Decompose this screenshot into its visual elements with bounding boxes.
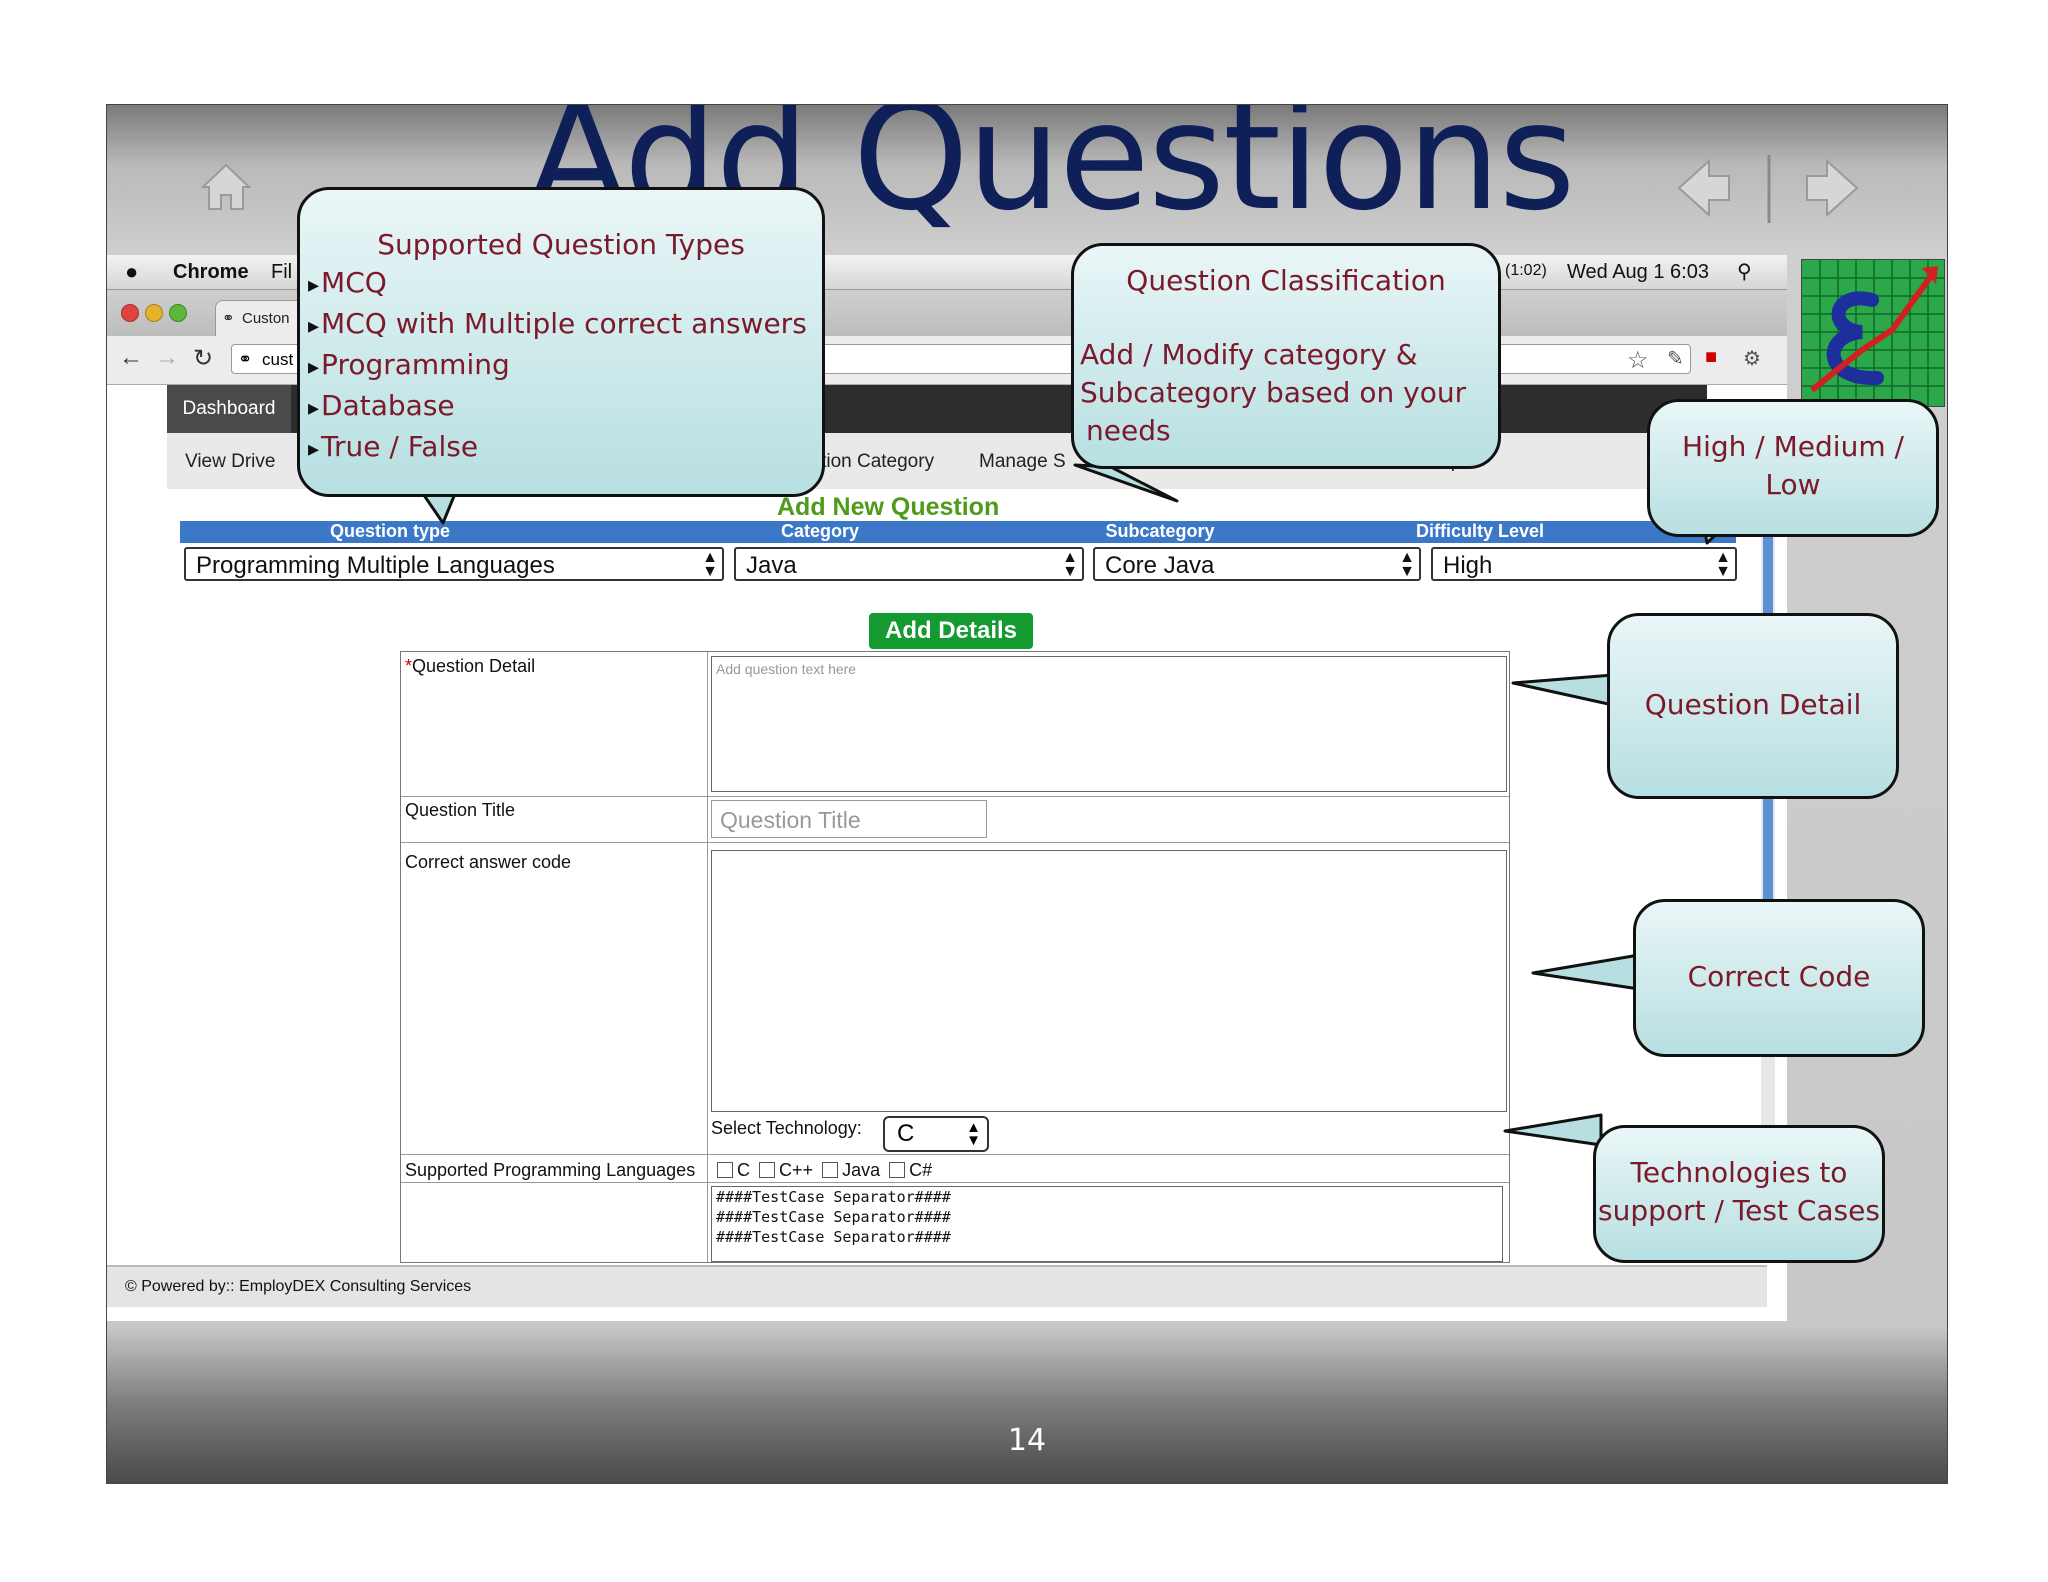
callout-correct-code-text: Correct Code [1687, 960, 1871, 993]
callout-technologies-body: Technologies to support / Test Cases [1596, 1154, 1882, 1230]
difficulty-line: High / Medium / [1682, 430, 1904, 463]
callout-question-detail: Question Detail [1607, 613, 1899, 799]
callout-classification-body: Add / Modify category & Subcategory base… [1080, 336, 1466, 450]
bullet-item: Programming [308, 346, 807, 387]
classification-line: Add / Modify category & [1080, 338, 1418, 371]
callout-classification: Question Classification Add / Modify cat… [1071, 243, 1501, 469]
slide: ● Chrome Fil (1:02) Wed Aug 1 6:03 ⚲ ⚭ C… [106, 104, 1948, 1484]
classification-line: needs [1086, 414, 1171, 447]
technologies-line: support / Test Cases [1598, 1194, 1880, 1227]
classification-line: Subcategory based on your [1080, 376, 1467, 409]
difficulty-line: Low [1765, 468, 1821, 501]
callout-difficulty-body: High / Medium / Low [1650, 428, 1936, 504]
question-types-list: MCQ MCQ with Multiple correct answers Pr… [308, 264, 807, 469]
technologies-line: Technologies to [1630, 1156, 1848, 1189]
callout-technologies: Technologies to support / Test Cases [1593, 1125, 1885, 1263]
callout-question-detail-text: Question Detail [1644, 688, 1862, 721]
bullet-item: Database [308, 387, 807, 428]
callout-question-types: Supported Question Types MCQ MCQ with Mu… [297, 187, 825, 497]
bullet-item: True / False [308, 428, 807, 469]
callout-difficulty: High / Medium / Low [1647, 399, 1939, 537]
callout-question-types-title: Supported Question Types [377, 228, 745, 261]
callout-classification-title: Question Classification [1126, 264, 1446, 297]
bullet-item: MCQ [308, 264, 807, 305]
bullet-item: MCQ with Multiple correct answers [308, 305, 807, 346]
callout-correct-code: Correct Code [1633, 899, 1925, 1057]
